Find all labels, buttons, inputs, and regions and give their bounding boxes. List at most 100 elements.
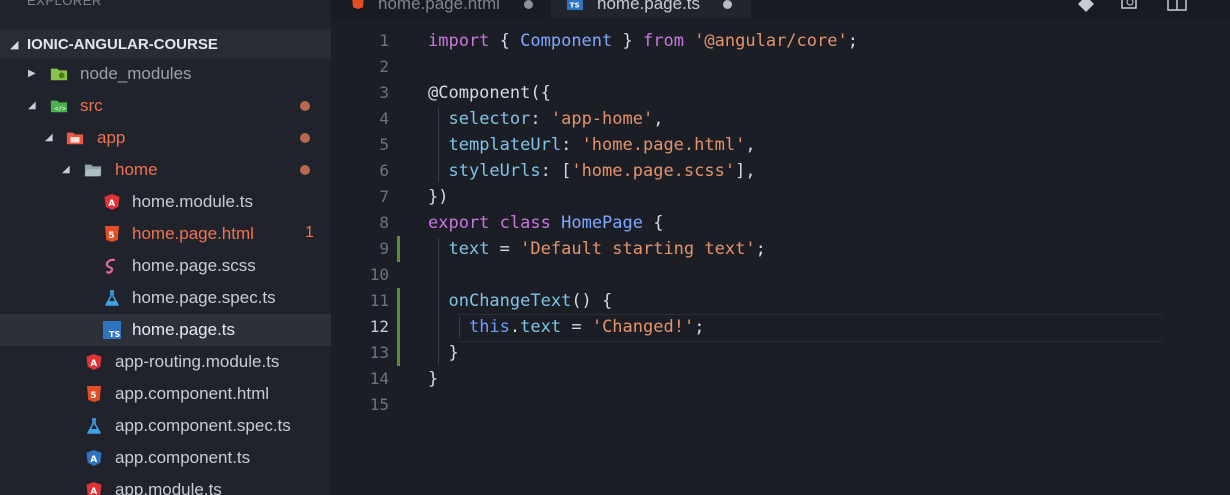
tab-home-page-ts[interactable]: TS home.page.ts: [551, 0, 751, 18]
code-line[interactable]: 9 text = 'Default starting text';: [331, 236, 1230, 262]
editor-tab-bar: home.page.html TS home.page.ts: [331, 0, 1230, 18]
tree-item-node-modules[interactable]: ▶ node_modules: [0, 58, 331, 90]
tree-item-home-page-ts[interactable]: TS home.page.ts: [0, 314, 331, 346]
tree-item-label: app: [97, 128, 126, 147]
tab-label: home.page.ts: [597, 0, 701, 13]
indent-guide: [438, 108, 439, 182]
explorer-header: EXPLORER: [27, 0, 102, 8]
tree-item-app-component-spec[interactable]: app.component.spec.ts: [0, 410, 331, 442]
tree-item-src[interactable]: ◢ </> src: [0, 90, 331, 122]
line-number: 13: [369, 343, 389, 362]
code-line[interactable]: 12 this.text = 'Changed!';: [331, 314, 1230, 342]
tree-item-home-page-scss[interactable]: home.page.scss: [0, 250, 331, 282]
svg-text:TS: TS: [570, 0, 580, 9]
tree-item-home-module[interactable]: A home.module.ts: [0, 186, 331, 218]
folder-src-icon: </>: [50, 97, 68, 115]
git-added-gutter-marker: [397, 288, 400, 366]
line-number: 8: [379, 213, 389, 232]
line-number: 3: [379, 83, 389, 102]
line-number: 11: [369, 291, 389, 310]
code-line[interactable]: 15: [331, 392, 1230, 418]
tree-item-home-page-html[interactable]: 5 home.page.html 1: [0, 218, 331, 250]
tree-item-label: home.page.html: [132, 224, 254, 243]
code-line[interactable]: 13 }: [331, 340, 1230, 366]
line-number: 14: [369, 369, 389, 388]
code-text: styleUrls: ['home.page.scss'],: [448, 161, 756, 181]
source-control-icon[interactable]: [1076, 0, 1096, 17]
line-number: 2: [379, 57, 389, 76]
tree-item-label: src: [80, 96, 103, 115]
folder-app-icon: [66, 129, 84, 147]
tree-item-label: home.page.ts: [132, 320, 236, 339]
code-line[interactable]: 5 templateUrl: 'home.page.html',: [331, 132, 1230, 158]
problem-count-badge: 1: [305, 224, 314, 241]
code-line[interactable]: 7}): [331, 184, 1230, 210]
project-root-folder[interactable]: ◢ IONIC-ANGULAR-COURSE: [0, 29, 331, 59]
line-number: 15: [369, 395, 389, 414]
tree-item-label: home.module.ts: [132, 192, 253, 211]
tree-item-label: app.component.ts: [115, 448, 251, 467]
tab-label: home.page.html: [378, 0, 500, 13]
tree-item-label: home.page.spec.ts: [132, 288, 276, 307]
tree-item-label: app.component.spec.ts: [115, 416, 291, 435]
line-number: 10: [369, 265, 389, 284]
svg-text:TS: TS: [109, 330, 120, 339]
code-text: selector: 'app-home',: [448, 109, 664, 129]
code-line[interactable]: 10: [331, 262, 1230, 288]
explorer-sidebar: EXPLORER ◢ IONIC-ANGULAR-COURSE ▶ node_m…: [0, 0, 331, 495]
tree-item-home[interactable]: ◢ home: [0, 154, 331, 186]
tree-item-label: app.component.html: [115, 384, 270, 403]
flask-test-icon: [85, 417, 103, 435]
code-line[interactable]: 2: [331, 54, 1230, 80]
tree-item-app-module[interactable]: A app.module.ts: [0, 474, 331, 495]
chevron-down-icon: ◢: [62, 164, 70, 175]
git-added-gutter-marker: [397, 236, 400, 262]
svg-text:5: 5: [108, 231, 114, 241]
line-number: 12: [369, 317, 389, 336]
open-preview-icon[interactable]: [1121, 0, 1141, 17]
indent-guide: [459, 316, 460, 338]
tree-item-app-routing-module[interactable]: A app-routing.module.ts: [0, 346, 331, 378]
folder-open-icon: [84, 161, 102, 179]
split-editor-icon[interactable]: [1167, 0, 1187, 17]
code-text: import { Component } from '@angular/core…: [428, 31, 858, 51]
flask-test-icon: [103, 289, 121, 307]
tree-item-label: node_modules: [80, 64, 192, 83]
tree-item-home-page-spec[interactable]: home.page.spec.ts: [0, 282, 331, 314]
code-line[interactable]: 8 export class HomePage {: [331, 210, 1230, 236]
svg-text:A: A: [90, 455, 97, 465]
line-number: 7: [379, 187, 389, 206]
svg-text:A: A: [90, 487, 97, 495]
code-line[interactable]: 4 selector: 'app-home',: [331, 106, 1230, 132]
tree-item-label: home.page.scss: [132, 256, 256, 275]
angular-icon: A: [85, 353, 103, 371]
sass-icon: [103, 257, 121, 275]
modified-dot: [300, 165, 310, 175]
code-line[interactable]: 6 styleUrls: ['home.page.scss'],: [331, 158, 1230, 184]
code-text: }): [428, 187, 449, 207]
unsaved-dot[interactable]: [723, 0, 732, 9]
code-editor[interactable]: 1 import { Component } from '@angular/cor…: [331, 18, 1230, 495]
code-text: onChangeText() {: [448, 291, 613, 311]
svg-text:A: A: [108, 199, 115, 209]
tab-home-page-html[interactable]: home.page.html: [331, 0, 551, 18]
code-line[interactable]: 1 import { Component } from '@angular/cor…: [331, 28, 1230, 54]
code-text: export class HomePage {: [428, 213, 664, 233]
tree-item-app-component-html[interactable]: 5 app.component.html: [0, 378, 331, 410]
indent-guide: [438, 238, 439, 364]
tree-item-label: app-routing.module.ts: [115, 352, 280, 371]
code-line[interactable]: 11 onChangeText() {: [331, 288, 1230, 314]
html5-icon: 5: [85, 385, 103, 403]
code-text: }: [428, 343, 459, 363]
chevron-down-icon: ◢: [45, 132, 53, 143]
unsaved-dot[interactable]: [524, 0, 533, 9]
angular-icon: A: [85, 481, 103, 495]
code-line[interactable]: 14}: [331, 366, 1230, 392]
code-line[interactable]: 3 @Component({: [331, 80, 1230, 106]
code-text: @Component({: [428, 83, 551, 103]
tree-item-app-component-ts[interactable]: A app.component.ts: [0, 442, 331, 474]
html5-icon: 5: [103, 225, 121, 243]
chevron-right-icon: ▶: [28, 68, 36, 79]
tree-item-app[interactable]: ◢ app: [0, 122, 331, 154]
code-text: text = 'Default starting text';: [448, 239, 766, 259]
